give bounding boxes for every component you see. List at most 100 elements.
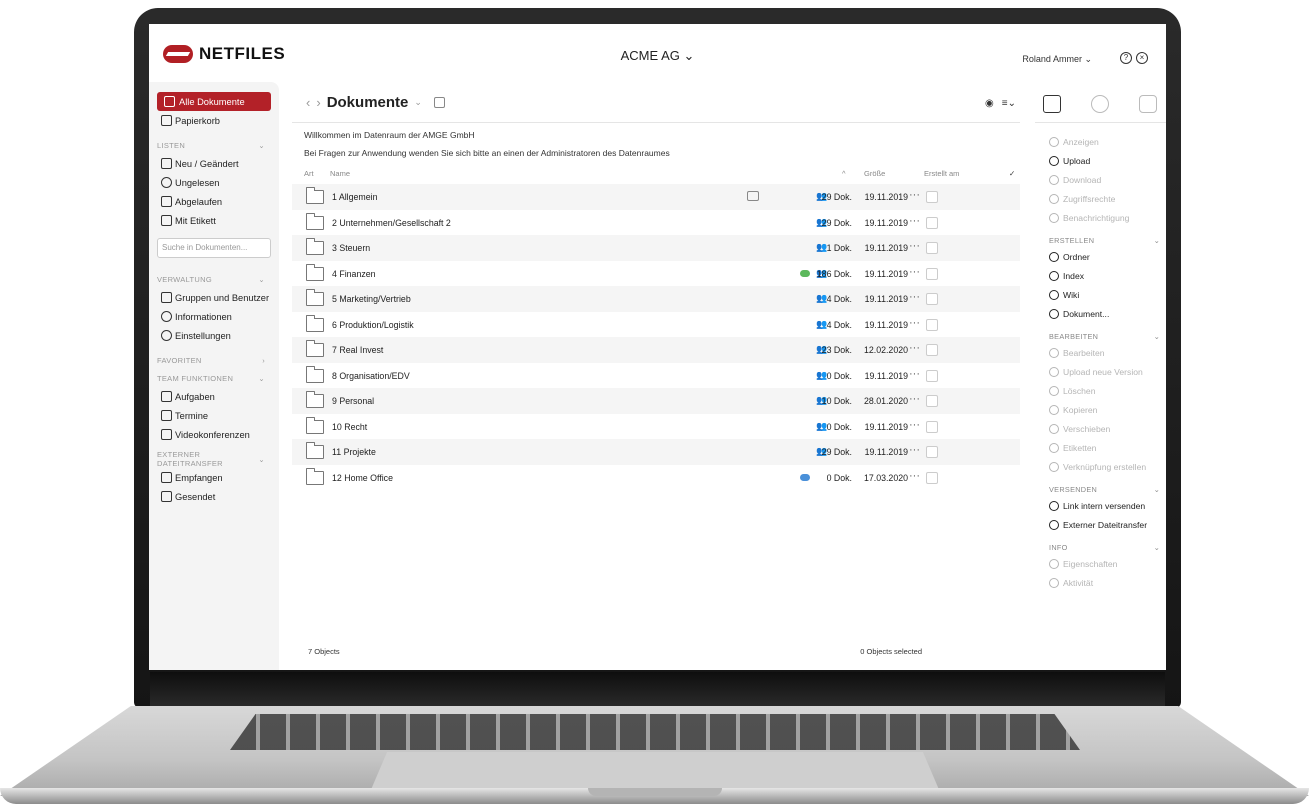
sidebar-header-extern[interactable]: EXTERNER DATEITRANSFER ⌄ bbox=[157, 450, 271, 468]
sidebar-item-papierkorb[interactable]: Papierkorb bbox=[157, 111, 271, 130]
more-icon[interactable]: ··· bbox=[909, 266, 920, 278]
table-row[interactable]: 12 Home Office 0 Dok. 17.03.2020 ··· bbox=[292, 465, 1020, 491]
sidebar-item-termine[interactable]: Termine bbox=[157, 406, 271, 425]
row-checkbox[interactable] bbox=[926, 267, 938, 280]
more-icon[interactable]: ··· bbox=[909, 470, 920, 482]
sidebar-header-favoriten[interactable]: FAVORITEN › bbox=[157, 351, 271, 369]
sidebar-header-listen[interactable]: LISTEN ⌄ bbox=[157, 136, 271, 154]
more-icon[interactable]: ··· bbox=[909, 342, 920, 354]
table-row[interactable]: 1 Allgemein 👥 29 Dok. 19.11.2019 ··· bbox=[292, 184, 1020, 210]
row-name[interactable]: 3 Steuern bbox=[332, 243, 370, 253]
column-created[interactable]: Erstellt am bbox=[924, 169, 959, 178]
table-row[interactable]: 6 Produktion/Logistik 👥 4 Dok. 19.11.2019 ··… bbox=[292, 312, 1020, 338]
row-name[interactable]: 10 Recht bbox=[332, 422, 367, 432]
panel-section-header[interactable]: BEARBEITEN ⌄ bbox=[1049, 323, 1160, 343]
row-name[interactable]: 11 Projekte bbox=[332, 447, 376, 457]
row-checkbox[interactable] bbox=[926, 395, 938, 407]
sidebar-item-ungelesen[interactable]: Ungelesen bbox=[157, 173, 271, 192]
action-index[interactable]: Index bbox=[1049, 266, 1160, 285]
row-checkbox[interactable] bbox=[926, 293, 938, 305]
table-row[interactable]: 7 Real Invest 👥 23 Dok. 12.02.2020 ··· bbox=[292, 337, 1020, 363]
user-menu[interactable]: Roland Ammer ⌄ bbox=[1022, 54, 1092, 65]
close-icon[interactable]: × bbox=[1136, 52, 1148, 64]
more-icon[interactable]: ··· bbox=[909, 419, 920, 431]
table-row[interactable]: 11 Projekte 👥 29 Dok. 19.11.2019 ··· bbox=[292, 439, 1020, 465]
sidebar-item-gesendet[interactable]: Gesendet bbox=[157, 487, 271, 506]
more-icon[interactable]: ··· bbox=[909, 189, 920, 201]
sidebar-item-gruppen[interactable]: Gruppen und Benutzer bbox=[157, 288, 271, 307]
table-row[interactable]: 2 Unternehmen/Gesellschaft 2 👥 29 Dok. 19.1… bbox=[292, 210, 1020, 236]
row-checkbox[interactable] bbox=[926, 471, 938, 484]
action-wiki[interactable]: Wiki bbox=[1049, 285, 1160, 304]
sidebar-item-aufgaben[interactable]: Aufgaben bbox=[157, 387, 271, 406]
list-view-icon[interactable]: ≡⌄ bbox=[1002, 98, 1016, 109]
action-dokument-[interactable]: Dokument... bbox=[1049, 304, 1160, 323]
more-icon[interactable]: ··· bbox=[909, 393, 920, 405]
chevron-down-icon[interactable]: ⌄ bbox=[414, 97, 422, 108]
row-name[interactable]: 1 Allgemein bbox=[332, 192, 377, 202]
column-size[interactable]: Größe bbox=[864, 169, 885, 178]
panel-section-header[interactable]: VERSENDEN ⌄ bbox=[1049, 476, 1160, 496]
column-name[interactable]: Name bbox=[330, 169, 350, 178]
row-checkbox[interactable] bbox=[926, 216, 938, 229]
sort-up-icon[interactable]: ^ bbox=[842, 169, 846, 178]
sidebar-item-empfangen[interactable]: Empfangen bbox=[157, 468, 271, 487]
sidebar-item-videokonferenzen[interactable]: Videokonferenzen bbox=[157, 425, 271, 444]
more-icon[interactable]: ··· bbox=[909, 317, 920, 329]
table-row[interactable]: 4 Finanzen 👥 186 Dok. 19.11.2019 ··· bbox=[292, 261, 1020, 287]
company-selector[interactable]: ACME AG ⌄ bbox=[149, 48, 1166, 64]
sidebar-item-informationen[interactable]: Informationen bbox=[157, 307, 271, 326]
action-upload[interactable]: Upload bbox=[1049, 151, 1160, 170]
table-row[interactable]: 10 Recht 👥 0 Dok. 19.11.2019 ··· bbox=[292, 414, 1020, 440]
panel-section-header[interactable]: ERSTELLEN ⌄ bbox=[1049, 227, 1160, 247]
sidebar-item-neu[interactable]: Neu / Geändert bbox=[157, 154, 271, 173]
sidebar-header-team[interactable]: TEAM FUNKTIONEN ⌄ bbox=[157, 369, 271, 387]
info-icon[interactable] bbox=[1091, 95, 1109, 113]
row-name[interactable]: 5 Marketing/Vertrieb bbox=[332, 294, 411, 304]
eye-icon[interactable]: ◉ bbox=[985, 98, 994, 109]
row-name[interactable]: 12 Home Office bbox=[332, 473, 393, 483]
row-checkbox[interactable] bbox=[926, 318, 938, 331]
row-checkbox[interactable] bbox=[926, 191, 938, 203]
row-name[interactable]: 9 Personal bbox=[332, 396, 374, 406]
panel-section-header[interactable]: INFO ⌄ bbox=[1049, 534, 1160, 554]
row-name[interactable]: 7 Real Invest bbox=[332, 345, 383, 355]
help-icon[interactable]: ? bbox=[1120, 52, 1132, 64]
more-icon[interactable]: ··· bbox=[909, 240, 920, 252]
row-checkbox[interactable] bbox=[926, 344, 938, 356]
row-checkbox[interactable] bbox=[926, 446, 938, 458]
column-art[interactable]: Art bbox=[304, 169, 314, 178]
sidebar-header-verwaltung[interactable]: VERWALTUNG ⌄ bbox=[157, 270, 271, 288]
sidebar-item-alle-dokumente[interactable]: Alle Dokumente bbox=[157, 92, 271, 111]
forward-icon[interactable]: › bbox=[316, 95, 320, 110]
row-name[interactable]: 4 Finanzen bbox=[332, 269, 376, 279]
more-icon[interactable]: ··· bbox=[909, 444, 920, 456]
page-title[interactable]: Dokumente bbox=[327, 94, 409, 111]
select-all-icon[interactable]: ✓ bbox=[1009, 169, 1015, 178]
row-checkbox[interactable] bbox=[926, 420, 938, 433]
more-icon[interactable]: ··· bbox=[909, 291, 920, 303]
wrench-icon[interactable] bbox=[1043, 95, 1061, 113]
table-row[interactable]: 5 Marketing/Vertrieb 👥 4 Dok. 19.11.2019 ··· bbox=[292, 286, 1020, 312]
row-name[interactable]: 2 Unternehmen/Gesellschaft 2 bbox=[332, 218, 451, 228]
chat-icon[interactable] bbox=[1139, 95, 1157, 113]
action-link-intern-versenden[interactable]: Link intern versenden bbox=[1049, 496, 1160, 515]
row-checkbox[interactable] bbox=[926, 242, 938, 254]
sidebar-item-abgelaufen[interactable]: Abgelaufen bbox=[157, 192, 271, 211]
more-icon[interactable]: ··· bbox=[909, 215, 920, 227]
more-icon[interactable]: ··· bbox=[909, 368, 920, 380]
sidebar-item-mit-etikett[interactable]: Mit Etikett bbox=[157, 211, 271, 230]
action-ordner[interactable]: Ordner bbox=[1049, 247, 1160, 266]
edit-icon[interactable] bbox=[433, 97, 445, 108]
back-icon[interactable]: ‹ bbox=[306, 95, 310, 110]
table-row[interactable]: 8 Organisation/EDV 👥 0 Dok. 19.11.2019 ··· bbox=[292, 363, 1020, 389]
action-externer-dateitransfer[interactable]: Externer Dateitransfer bbox=[1049, 515, 1160, 534]
table-row[interactable]: 3 Steuern 👥 1 Dok. 19.11.2019 ··· bbox=[292, 235, 1020, 261]
table-row[interactable]: 9 Personal 👥 10 Dok. 28.01.2020 ··· bbox=[292, 388, 1020, 414]
row-name[interactable]: 6 Produktion/Logistik bbox=[332, 320, 414, 330]
search-input[interactable]: Suche in Dokumenten... bbox=[157, 238, 271, 258]
row-checkbox[interactable] bbox=[926, 369, 938, 382]
sidebar-item-einstellungen[interactable]: Einstellungen bbox=[157, 326, 271, 345]
comment-icon[interactable] bbox=[747, 191, 759, 201]
row-name[interactable]: 8 Organisation/EDV bbox=[332, 371, 410, 381]
